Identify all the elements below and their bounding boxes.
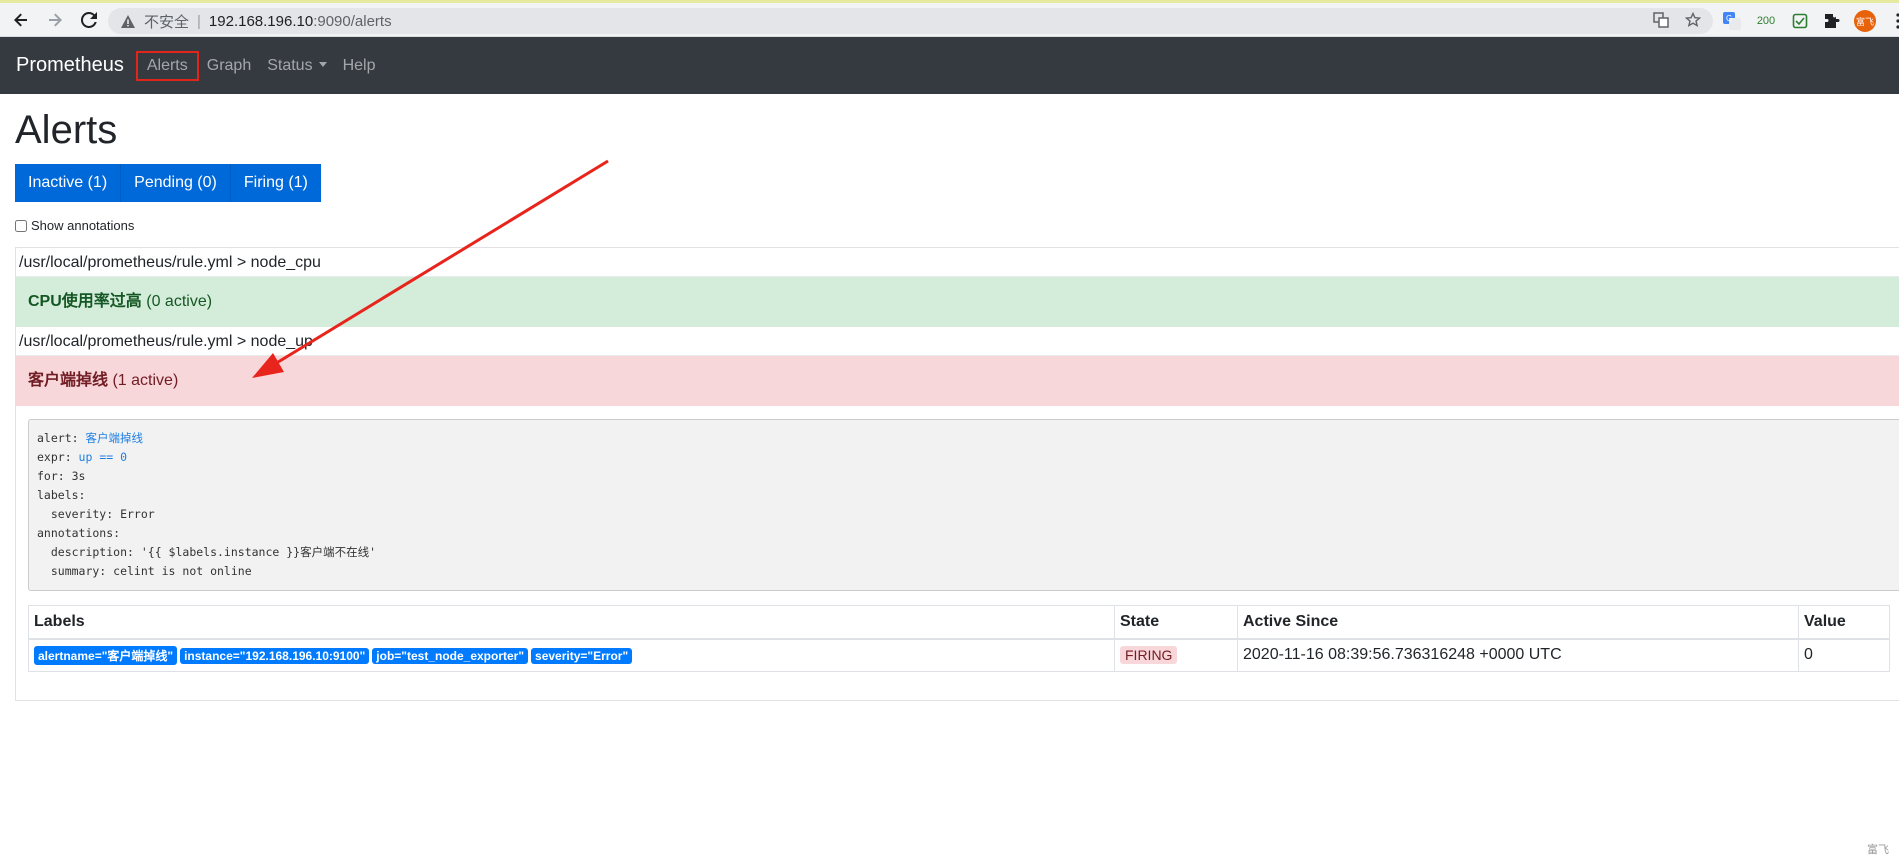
code-severity: severity: Error <box>37 507 155 521</box>
nav-status[interactable]: Status <box>259 51 334 81</box>
state-cell: FIRING <box>1114 638 1238 672</box>
label-badge-instance: instance="192.168.196.10:9100" <box>180 647 370 664</box>
rule-definition: alert: 客户端掉线 expr: up == 0 for: 3s label… <box>28 419 1899 591</box>
code-summary: summary: celint is not online <box>37 564 252 578</box>
code-alert-key: alert: <box>37 431 86 445</box>
table-row: alertname="客户端掉线" instance="192.168.196.1… <box>28 638 1890 672</box>
column-header-active-since: Active Since <box>1237 605 1799 640</box>
alerts-table: Labels State Active Since Value alertnam… <box>28 605 1890 672</box>
group-header-node-up: /usr/local/prometheus/rule.yml > node_up <box>16 327 1899 356</box>
url-path: :9090/alerts <box>313 12 392 30</box>
nav-help[interactable]: Help <box>335 51 384 81</box>
label-badge-severity: severity="Error" <box>531 647 633 664</box>
browser-toolbar: 不安全 | 192.168.196.10:9090/alerts G 200 富… <box>0 0 1899 37</box>
url-host: 192.168.196.10 <box>208 12 314 30</box>
note-extension-icon[interactable] <box>1790 11 1810 31</box>
show-annotations-toggle[interactable]: Show annotations <box>15 218 134 233</box>
insecure-label: 不安全 <box>144 13 190 31</box>
filter-pending-button[interactable]: Pending (0) <box>121 164 231 202</box>
nav-alerts[interactable]: Alerts <box>135 50 199 81</box>
translate-icon[interactable] <box>1653 12 1669 32</box>
state-badge: FIRING <box>1120 645 1178 664</box>
code-expr-link[interactable]: up == 0 <box>79 450 127 464</box>
rule-bar-client-down[interactable]: 客户端掉线 (1 active) <box>16 356 1899 406</box>
rule-bar-cpu[interactable]: CPU使用率过高 (0 active) <box>16 277 1899 327</box>
code-expr-key: expr: <box>37 450 79 464</box>
labels-cell: alertname="客户端掉线" instance="192.168.196.1… <box>28 638 1115 672</box>
column-header-labels: Labels <box>28 605 1115 640</box>
puzzle-extensions-icon[interactable] <box>1822 11 1842 31</box>
back-icon[interactable] <box>8 7 34 33</box>
svg-text:G: G <box>1726 14 1732 23</box>
code-labels: labels: <box>37 488 86 502</box>
bookmark-star-icon[interactable] <box>1684 11 1702 32</box>
page-title: Alerts <box>15 108 118 152</box>
filter-firing-button[interactable]: Firing (1) <box>230 164 321 202</box>
nav-status-label: Status <box>267 56 313 74</box>
extension-badge[interactable]: 200 <box>1754 11 1778 31</box>
profile-avatar[interactable]: 富飞 <box>1854 10 1876 32</box>
table-header-row: Labels State Active Since Value <box>28 605 1890 640</box>
address-bar[interactable]: 不安全 | 192.168.196.10:9090/alerts <box>108 8 1713 34</box>
code-alert-link[interactable]: 客户端掉线 <box>85 431 143 445</box>
rule-name: 客户端掉线 <box>28 372 109 389</box>
column-header-state: State <box>1114 605 1238 640</box>
code-annotations: annotations: <box>37 526 121 540</box>
rules-card: /usr/local/prometheus/rule.yml > node_cp… <box>15 247 1899 701</box>
show-annotations-checkbox[interactable] <box>15 219 27 232</box>
group-header-node-cpu: /usr/local/prometheus/rule.yml > node_cp… <box>16 248 1899 277</box>
show-annotations-label: Show annotations <box>31 218 135 233</box>
code-for: for: 3s <box>37 469 86 483</box>
value-cell: 0 <box>1798 638 1890 672</box>
reload-icon[interactable] <box>76 7 102 33</box>
top-navbar: Prometheus Alerts Graph Status Help <box>0 37 1899 94</box>
nav-graph[interactable]: Graph <box>199 51 259 81</box>
column-header-value: Value <box>1798 605 1890 640</box>
extensions-area: G 200 富飞 <box>1722 10 1899 32</box>
label-badge-alertname: alertname="客户端掉线" <box>34 645 178 665</box>
url-separator: | <box>197 12 201 30</box>
rule-name: CPU使用率过高 <box>28 293 142 310</box>
forward-icon[interactable] <box>42 7 68 33</box>
code-description: description: '{{ $labels.instance }}客户端不… <box>37 545 377 559</box>
watermark: 富飞 <box>1867 844 1889 856</box>
rule-active-count: (1 active) <box>112 372 179 389</box>
menu-kebab-icon[interactable] <box>1888 11 1899 31</box>
rule-active-count: (0 active) <box>146 293 213 310</box>
google-translate-icon[interactable]: G <box>1722 11 1742 31</box>
alert-state-filter: Inactive (1) Pending (0) Firing (1) <box>15 164 321 202</box>
caret-down-icon <box>318 61 327 67</box>
active-since-cell: 2020-11-16 08:39:56.736316248 +0000 UTC <box>1237 638 1799 672</box>
brand-logo-text[interactable]: Prometheus <box>16 54 124 77</box>
label-badge-job: job="test_node_exporter" <box>372 647 529 664</box>
filter-inactive-button[interactable]: Inactive (1) <box>15 164 122 202</box>
warning-icon <box>120 13 136 29</box>
